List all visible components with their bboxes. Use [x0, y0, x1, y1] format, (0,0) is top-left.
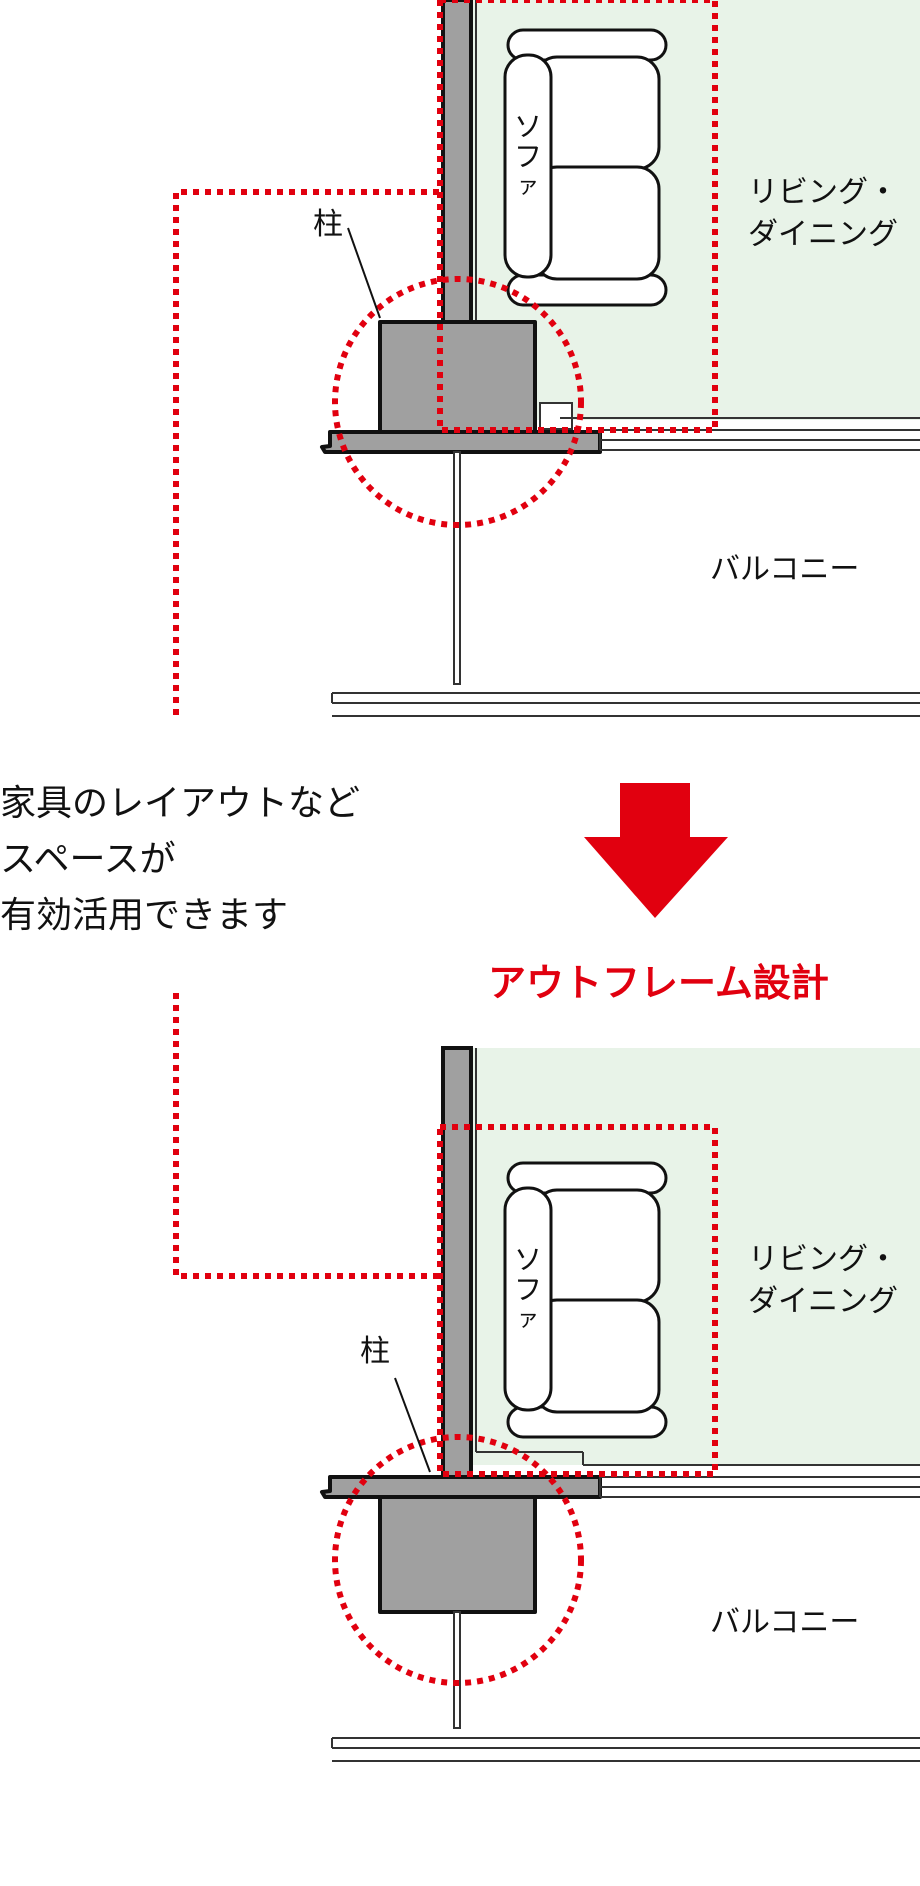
bottom-sofa-label: ソ フ ァ — [513, 1245, 543, 1335]
top-balcony-railing — [331, 692, 920, 717]
benefit-line-2: スペースが — [0, 839, 176, 880]
benefit-text: 家具のレイアウトなど スペースが 有効活用できます — [0, 776, 360, 944]
bottom-living-label-line1: リビング・ — [748, 1242, 898, 1277]
top-window-sash — [560, 417, 920, 451]
top-living-label-line1: リビング・ — [748, 175, 898, 210]
top-sofa-char-2: フ — [513, 140, 542, 173]
top-sofa-char-3: ァ — [516, 174, 539, 199]
outframe-caption: アウトフレーム設計 — [488, 961, 829, 1005]
top-sofa-label: ソ フ ァ — [513, 112, 543, 202]
top-balcony-label: バルコニー — [710, 552, 860, 587]
top-wall — [441, 0, 473, 324]
bottom-pillar-label: 柱 — [360, 1334, 390, 1369]
top-sofa-char-1: ソ — [513, 110, 542, 143]
top-plan — [173, 0, 920, 717]
benefit-line-1: 家具のレイアウトなど — [0, 783, 361, 824]
bottom-wall — [441, 1046, 473, 1480]
bottom-plan — [173, 993, 920, 1762]
bottom-balcony-railing — [331, 1737, 920, 1762]
bottom-sofa-char-1: ソ — [513, 1243, 542, 1276]
top-living-label-line2: ダイニング — [748, 217, 898, 252]
top-pillar — [333, 320, 562, 447]
bottom-pillar — [378, 1495, 537, 1614]
bottom-window-sash — [583, 1464, 920, 1498]
down-arrow — [584, 783, 728, 918]
top-pillar-label: 柱 — [313, 207, 343, 242]
bottom-balcony-label: バルコニー — [710, 1605, 860, 1640]
bottom-sofa-char-3: ァ — [516, 1307, 539, 1332]
top-slab — [320, 430, 602, 454]
bottom-sofa-char-2: フ — [513, 1273, 542, 1306]
bottom-living-label-line2: ダイニング — [748, 1284, 898, 1319]
benefit-line-3: 有効活用できます — [0, 895, 289, 936]
